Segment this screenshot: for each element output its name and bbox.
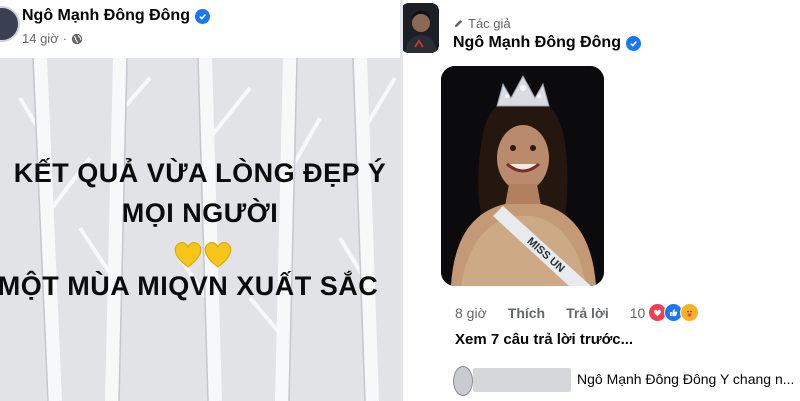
author-badge-label: Tác giả	[468, 16, 511, 31]
verified-badge-icon	[194, 8, 210, 24]
reply-button[interactable]: Trả lời	[566, 305, 609, 321]
reply-preview-text: Ngô Mạnh Đông Đông Y chang n...	[577, 371, 795, 387]
reaction-count: 10	[629, 304, 646, 321]
author-badge: Tác giả	[453, 16, 511, 31]
verified-badge-icon	[625, 35, 641, 51]
pencil-icon	[454, 19, 463, 28]
post-image[interactable]: KẾT QUẢ VỪA LÒNG ĐẸP Ý MỌI NGƯỜI MỘT MÙA…	[0, 58, 400, 401]
comment-photo[interactable]: MISS UN	[441, 66, 604, 286]
reply-avatar[interactable]	[453, 366, 473, 396]
yellow-hearts-icon	[174, 242, 232, 268]
care-icon	[680, 303, 700, 322]
post-text-line2: MỌI NGƯỜI	[121, 198, 279, 228]
reply-preview[interactable]: Ngô Mạnh Đông Đông Y chang n...	[453, 366, 800, 396]
blurred-reply-author	[473, 368, 571, 392]
left-post-panel: Ngô Mạnh Đông Đông 14 giờ · KẾT QUẢ VỪA …	[0, 0, 400, 401]
comment-time[interactable]: 8 giờ	[455, 305, 487, 321]
post-author-name-text[interactable]: Ngô Mạnh Đông Đông	[22, 7, 190, 25]
comment-author-name-text[interactable]: Ngô Mạnh Đông Đông	[453, 34, 621, 52]
comment-actions: 8 giờ Thích Trả lời 10	[455, 303, 700, 322]
commenter-avatar[interactable]	[403, 3, 439, 53]
like-button[interactable]: Thích	[508, 305, 545, 321]
comment-author-name[interactable]: Ngô Mạnh Đông Đông	[453, 34, 641, 52]
post-text-line1: KẾT QUẢ VỪA LÒNG ĐẸP Ý	[13, 158, 387, 188]
meta-separator: ·	[62, 31, 68, 46]
birch-forest-background	[0, 58, 400, 401]
reaction-icons	[648, 303, 700, 322]
right-comment-panel: Tác giả Ngô Mạnh Đông Đông MISS UN 8 giờ…	[403, 0, 800, 401]
globe-icon	[71, 33, 83, 44]
post-meta: 14 giờ ·	[22, 31, 83, 46]
view-previous-replies-link[interactable]: Xem 7 câu trả lời trước...	[455, 331, 633, 348]
post-time[interactable]: 14 giờ	[22, 31, 59, 46]
post-text-line3: MỘT MÙA MIQVN XUẤT SẮC	[0, 271, 379, 301]
author-avatar[interactable]	[0, 6, 20, 42]
reactions-summary[interactable]: 10	[630, 303, 700, 322]
post-author-name[interactable]: Ngô Mạnh Đông Đông	[22, 7, 210, 25]
